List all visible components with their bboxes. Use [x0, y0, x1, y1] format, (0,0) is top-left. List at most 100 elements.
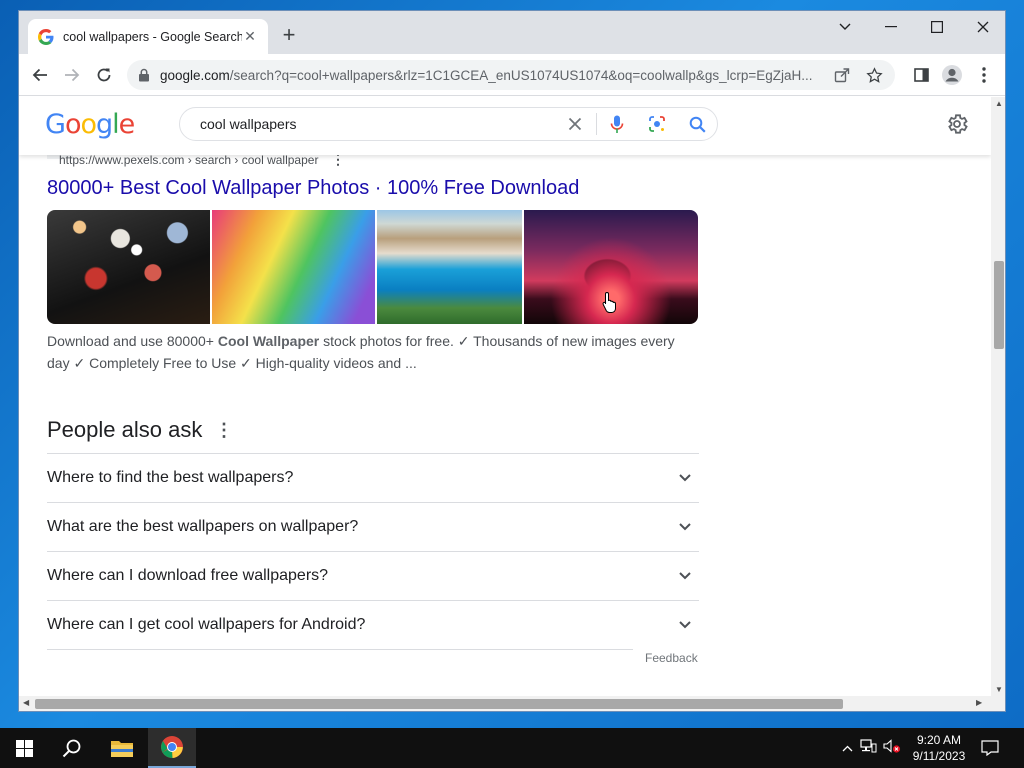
minimize-icon [885, 26, 897, 28]
windows-taskbar: 9:20 AM 9/11/2023 [0, 728, 1024, 768]
result-snippet: Download and use 80000+ Cool Wallpaper s… [47, 330, 687, 374]
chrome-icon [161, 736, 183, 759]
chevron-down-icon [679, 523, 691, 531]
star-icon [865, 66, 883, 83]
vertical-scrollbar[interactable]: ▲ ▼ [991, 97, 1005, 696]
paa-question-text: Where can I download free wallpapers? [47, 567, 329, 584]
google-header: Google cool wallpapers [19, 97, 991, 155]
menu-button[interactable] [971, 62, 997, 88]
chrome-taskbar-button[interactable] [148, 728, 196, 768]
horizontal-scrollbar[interactable]: ◀ ▶ [19, 696, 1005, 711]
clear-x-icon [568, 117, 581, 131]
maximize-button[interactable] [914, 11, 960, 43]
page-viewport: Google cool wallpapers https://www.pexel… [19, 97, 991, 696]
image-thumbnail-rainbow-glitter[interactable] [212, 210, 375, 324]
paa-question[interactable]: Where can I get cool wallpapers for Andr… [47, 600, 699, 649]
bookmark-button[interactable] [863, 64, 885, 86]
notifications-button[interactable] [970, 728, 1010, 768]
lock-icon[interactable] [137, 68, 151, 82]
show-hidden-icons-chevron-icon[interactable] [838, 739, 856, 757]
tab-close-icon[interactable]: ✕ [242, 28, 258, 45]
feedback-link[interactable]: Feedback [645, 651, 698, 665]
taskbar-clock[interactable]: 9:20 AM 9/11/2023 [905, 732, 973, 764]
image-thumbnail-beach-cove[interactable] [377, 210, 522, 324]
paa-question-text: What are the best wallpapers on wallpape… [47, 518, 359, 535]
close-window-button[interactable] [960, 11, 1005, 43]
image-thumbnail-rain-bokeh[interactable] [47, 210, 210, 324]
share-button[interactable] [831, 64, 853, 86]
horizontal-scroll-thumb[interactable] [35, 699, 843, 709]
share-icon [834, 68, 850, 83]
notification-icon [981, 740, 999, 756]
close-icon [977, 21, 989, 33]
file-explorer-button[interactable] [98, 728, 146, 768]
settings-gear-icon[interactable] [945, 112, 969, 136]
forward-button[interactable] [59, 62, 85, 88]
scroll-left-arrow-icon[interactable]: ◀ [23, 698, 29, 707]
search-input[interactable]: cool wallpapers [200, 116, 553, 132]
volume-muted-icon[interactable] [880, 738, 904, 758]
people-also-ask-list: Where to find the best wallpapers? What … [47, 453, 699, 650]
chevron-down-icon [839, 23, 851, 30]
scroll-up-arrow-icon[interactable]: ▲ [994, 99, 1004, 109]
paa-question-text: Where can I get cool wallpapers for Andr… [47, 616, 366, 633]
voice-search-button[interactable] [597, 108, 637, 140]
vertical-scroll-thumb[interactable] [994, 261, 1004, 349]
clock-date: 9/11/2023 [912, 749, 966, 763]
windows-logo-icon [15, 739, 33, 757]
tab-google-search[interactable]: cool wallpapers - Google Search ✕ [28, 19, 268, 54]
snippet-highlight: Cool Wallpaper [217, 333, 320, 349]
url-host: google.com [160, 67, 230, 83]
snippet-pre: Download and use 80000+ [47, 333, 218, 349]
image-search-button[interactable] [637, 108, 677, 140]
side-panel-icon [913, 68, 929, 82]
url-text[interactable]: google.com/search?q=cool+wallpapers&rlz=… [160, 68, 821, 83]
side-panel-button[interactable] [908, 62, 934, 88]
profile-avatar-icon [942, 65, 962, 85]
result-title-link[interactable]: 80000+ Best Cool Wallpaper Photos · 100%… [47, 177, 579, 200]
paa-question[interactable]: Where can I download free wallpapers? [47, 551, 699, 600]
chevron-down-icon [679, 621, 691, 629]
folder-icon [111, 740, 133, 757]
url-path: /search?q=cool+wallpapers&rlz=1C1GCEA_en… [229, 67, 813, 83]
back-arrow-icon [32, 68, 47, 82]
hand-cursor-icon [602, 291, 616, 313]
start-button[interactable] [0, 728, 48, 768]
result-image-strip [47, 210, 698, 324]
browser-toolbar: google.com/search?q=cool+wallpapers&rlz=… [19, 54, 1005, 96]
system-tray [838, 728, 904, 768]
reload-icon [97, 68, 111, 82]
clear-search-button[interactable] [553, 113, 597, 135]
chevron-down-icon [679, 474, 691, 482]
search-box[interactable]: cool wallpapers [179, 107, 718, 141]
minimize-button[interactable] [868, 11, 914, 43]
reload-button[interactable] [91, 62, 117, 88]
network-icon[interactable] [856, 738, 880, 758]
address-bar[interactable]: google.com/search?q=cool+wallpapers&rlz=… [127, 60, 895, 90]
back-button[interactable] [27, 62, 53, 88]
paa-question[interactable]: What are the best wallpapers on wallpape… [47, 502, 699, 551]
paa-more-icon[interactable]: ⋮ [215, 420, 233, 441]
tab-search-button[interactable] [822, 11, 868, 43]
taskbar-search-button[interactable] [48, 728, 96, 768]
google-favicon-icon [38, 28, 54, 45]
search-submit-button[interactable] [677, 108, 717, 140]
paa-question[interactable]: Where to find the best wallpapers? [47, 453, 699, 502]
more-vert-icon [982, 67, 986, 83]
forward-arrow-icon [65, 68, 80, 82]
scroll-right-arrow-icon[interactable]: ▶ [976, 698, 982, 707]
people-also-ask-heading: People also ask [47, 417, 203, 442]
result-url[interactable]: https://www.pexels.com › search › cool w… [59, 153, 318, 167]
google-logo[interactable]: Google [45, 109, 135, 140]
microphone-icon [610, 115, 624, 133]
search-icon [62, 739, 81, 758]
chrome-window: cool wallpapers - Google Search ✕ + goog… [18, 10, 1006, 712]
paa-question-text: Where to find the best wallpapers? [47, 469, 294, 486]
scroll-down-arrow-icon[interactable]: ▼ [994, 685, 1004, 695]
tab-strip: cool wallpapers - Google Search ✕ + [19, 11, 1005, 54]
search-icon [689, 116, 706, 133]
new-tab-button[interactable]: + [279, 24, 299, 48]
maximize-icon [931, 21, 943, 33]
profile-button[interactable] [939, 62, 965, 88]
clock-time: 9:20 AM [916, 733, 962, 747]
